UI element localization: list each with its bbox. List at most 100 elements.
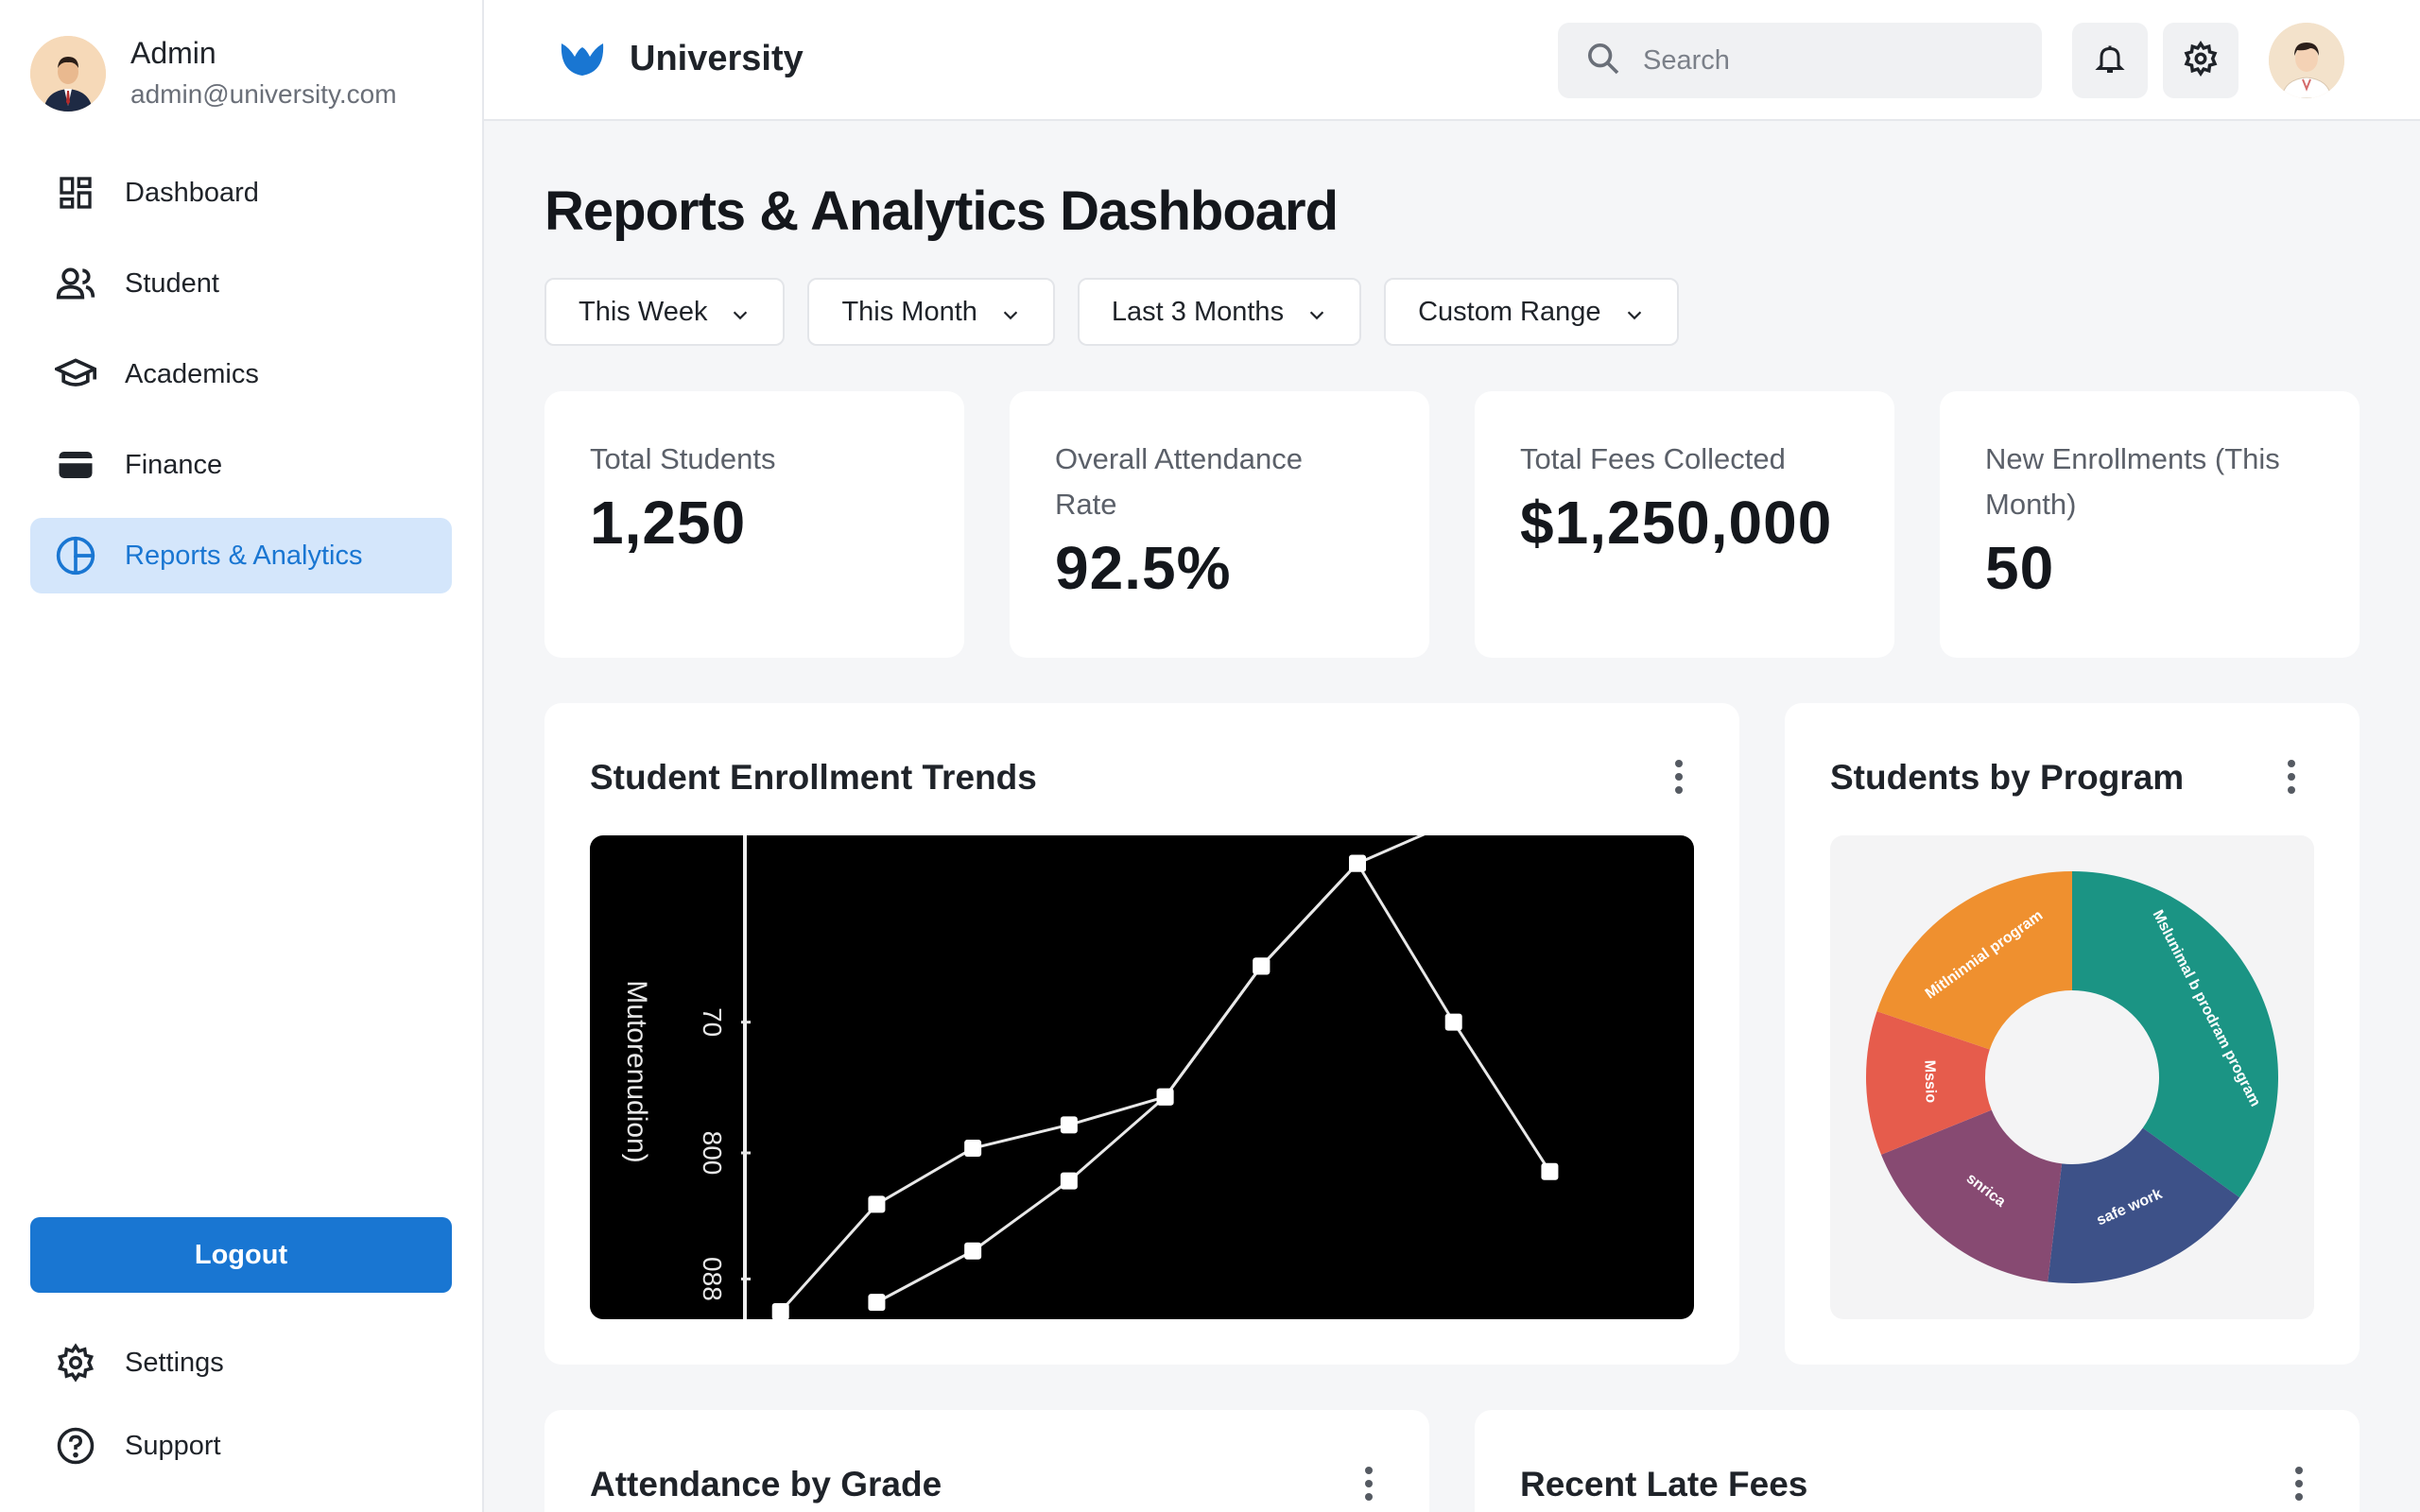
program-donut-chart: Mslunimal b prodram program safe work snri… [1830, 835, 2314, 1319]
page-title: Reports & Analytics Dashboard [544, 180, 1339, 242]
sidebar-bottom-nav: Settings Support [30, 1327, 452, 1493]
chevron-down-icon [730, 301, 751, 322]
y-tick-label: 088 [698, 1257, 727, 1301]
stat-label: Overall Attendance Rate [1055, 442, 1303, 521]
help-icon [55, 1425, 96, 1467]
profile-email: admin@university.com [130, 79, 397, 109]
sidebar-item-support[interactable]: Support [30, 1410, 452, 1482]
more-options-icon[interactable] [1668, 756, 1690, 798]
data-point [1060, 1172, 1078, 1190]
more-options-icon[interactable] [2288, 1463, 2310, 1504]
sidebar-item-student[interactable]: Student [30, 246, 452, 321]
data-point [868, 1294, 886, 1312]
sidebar-item-settings[interactable]: Settings [30, 1327, 452, 1399]
university-logo-icon [558, 34, 607, 83]
sidebar-item-reports-analytics[interactable]: Reports & Analytics [30, 518, 452, 593]
stat-card-total-students: Total Students 1,250 [544, 391, 964, 658]
y-axis-label: Mutorenudion) [621, 980, 652, 1162]
brand-title: University [630, 38, 804, 78]
data-point [1253, 957, 1270, 975]
data-point [1541, 1162, 1559, 1180]
data-point [964, 1242, 982, 1260]
gear-icon [55, 1342, 96, 1383]
stat-value: 92.5% [1055, 534, 1232, 602]
gear-icon [2183, 40, 2219, 81]
stat-value: $1,250,000 [1520, 489, 1833, 557]
sidebar-item-label: Student [125, 267, 219, 299]
stat-label: Total Students [590, 442, 776, 475]
user-avatar[interactable] [2269, 23, 2344, 98]
data-point [1156, 1088, 1174, 1106]
notifications-button[interactable] [2072, 23, 2148, 98]
filter-label: Last 3 Months [1111, 296, 1285, 327]
stat-card-new-enrollments: New Enrollments (This Month) 50 [1940, 391, 2360, 658]
series-2-line [875, 861, 1551, 1304]
data-point [868, 1195, 886, 1213]
card-title: Recent Late Fees [1520, 1465, 1808, 1503]
sidebar-item-label: Support [125, 1430, 221, 1461]
data-point [1060, 1116, 1078, 1134]
settings-button[interactable] [2163, 23, 2238, 98]
search-box[interactable] [1558, 23, 2042, 98]
pie-slice-label: Mssio [1921, 1060, 1938, 1104]
data-point [1349, 854, 1366, 872]
filter-this-month[interactable]: This Month [807, 278, 1055, 346]
sidebar-nav: Dashboard Student Academics Finance Repo… [30, 155, 452, 609]
bell-icon [2093, 42, 2127, 80]
filter-custom-range[interactable]: Custom Range [1384, 278, 1679, 346]
dashboard-icon [55, 172, 96, 214]
filter-last-3-months[interactable]: Last 3 Months [1077, 278, 1362, 346]
stat-value: 1,250 [590, 489, 747, 557]
search-icon [1584, 40, 1622, 82]
top-header: University [484, 0, 2420, 121]
enrollment-chart-svg: Mutorenudion) 088 800 70 [621, 835, 1559, 1319]
y-tick-label: 800 [698, 1131, 727, 1176]
admin-avatar[interactable] [30, 36, 106, 112]
program-chart-svg: Mslunimal b prodram programsafe worksnri… [1866, 871, 2278, 1283]
pie-chart-icon [55, 535, 96, 576]
more-options-icon[interactable] [1357, 1463, 1380, 1504]
sidebar-item-label: Reports & Analytics [125, 540, 363, 571]
more-options-icon[interactable] [2280, 756, 2303, 798]
date-filters: This Week This Month Last 3 Months Custo… [544, 278, 1702, 346]
data-point [964, 1140, 982, 1158]
sidebar-item-dashboard[interactable]: Dashboard [30, 155, 452, 231]
filter-this-week[interactable]: This Week [544, 278, 786, 346]
students-by-program-card: Students by Program Mslunimal b prodram … [1785, 703, 2360, 1365]
brand[interactable]: University [558, 34, 804, 83]
stat-card-attendance-rate: Overall Attendance Rate 92.5% [1010, 391, 1429, 658]
series-1-line [779, 835, 1426, 1314]
chevron-down-icon [1000, 301, 1021, 322]
enrollment-trends-card: Student Enrollment Trends Mutorenudion) … [544, 703, 1739, 1365]
profile-name: Admin [130, 36, 216, 70]
sidebar-item-label: Dashboard [125, 177, 259, 208]
wallet-icon [55, 444, 96, 486]
sidebar-item-label: Finance [125, 449, 223, 480]
attendance-by-grade-card: Attendance by Grade [544, 1410, 1429, 1512]
stat-card-fees-collected: Total Fees Collected $1,250,000 [1475, 391, 1894, 658]
pie-slice[interactable] [2072, 871, 2278, 1198]
card-title: Student Enrollment Trends [590, 758, 1037, 797]
stat-value: 50 [1985, 534, 2055, 602]
chevron-down-icon [1624, 301, 1645, 322]
recent-late-fees-card: Recent Late Fees [1475, 1410, 2360, 1512]
stat-label: New Enrollments (This Month) [1985, 442, 2280, 521]
users-icon [55, 263, 96, 304]
sidebar: Admin admin@university.com Dashboard Stu… [0, 0, 484, 1512]
data-point [771, 1303, 789, 1319]
search-input[interactable] [1643, 44, 2021, 77]
sidebar-item-finance[interactable]: Finance [30, 427, 452, 503]
logout-button[interactable]: Logout [30, 1217, 452, 1293]
data-point [1444, 1013, 1462, 1031]
chevron-down-icon [1306, 301, 1327, 322]
card-title: Students by Program [1830, 758, 2185, 797]
stat-label: Total Fees Collected [1520, 442, 1786, 475]
profile: Admin admin@university.com [30, 34, 397, 113]
sidebar-item-academics[interactable]: Academics [30, 336, 452, 412]
sidebar-item-label: Settings [125, 1347, 224, 1378]
graduation-cap-icon [55, 353, 96, 395]
filter-label: This Week [579, 296, 708, 327]
sidebar-item-label: Academics [125, 358, 259, 389]
filter-label: This Month [841, 296, 977, 327]
y-tick-label: 70 [698, 1007, 727, 1037]
